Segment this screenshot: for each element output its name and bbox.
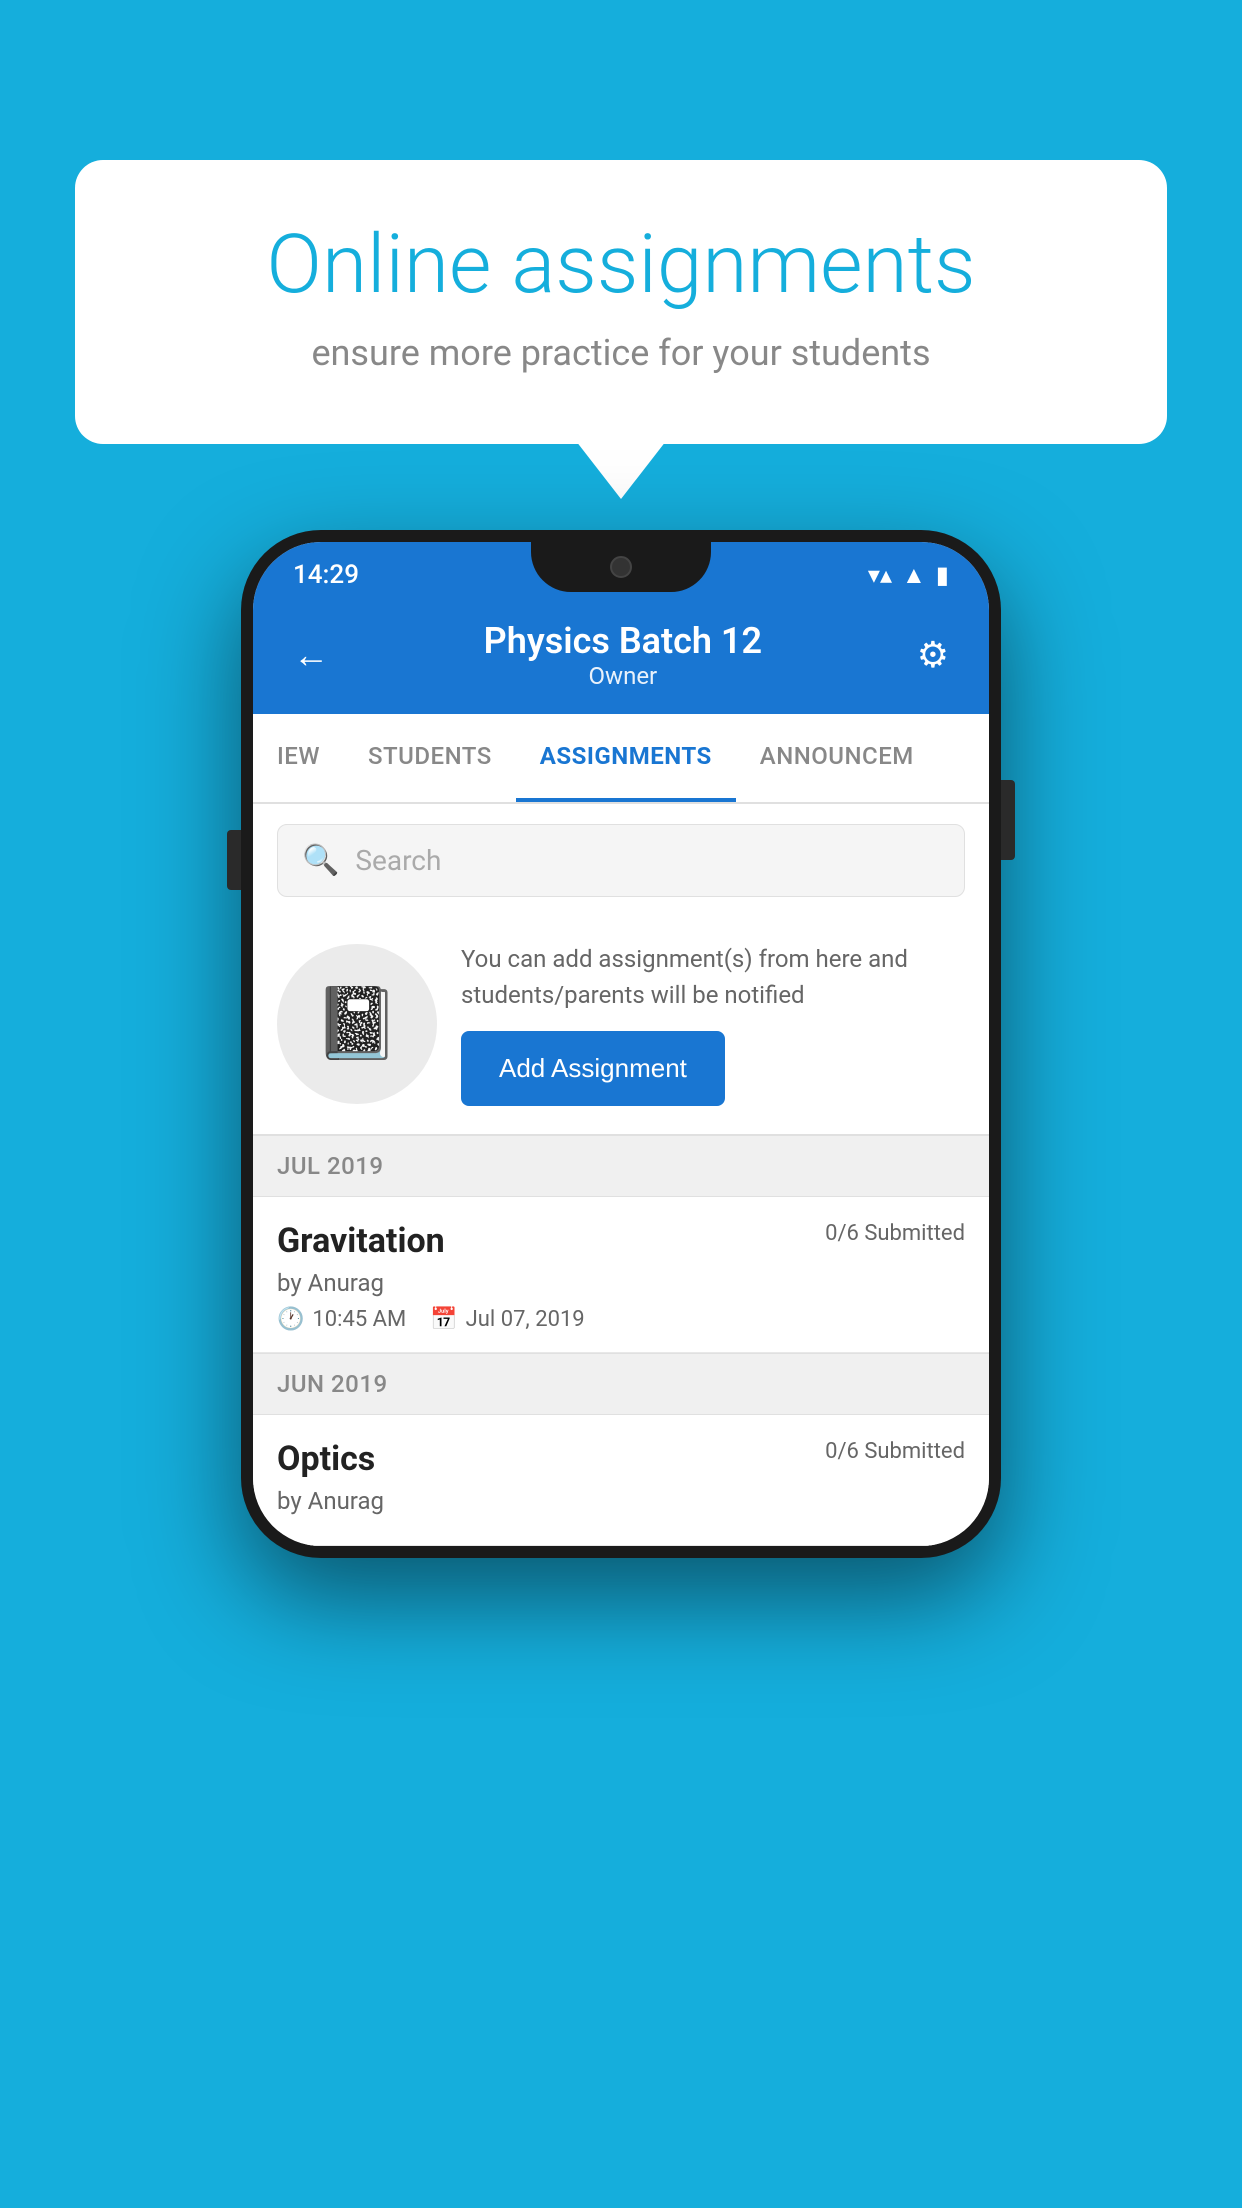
- promo-card: 📓 You can add assignment(s) from here an…: [253, 917, 989, 1135]
- meta-time-gravitation: 🕐 10:45 AM: [277, 1307, 406, 1332]
- assignment-title-optics: Optics: [277, 1439, 375, 1479]
- bubble-subtitle: ensure more practice for your students: [155, 332, 1087, 374]
- clock-icon: 🕐: [277, 1307, 304, 1332]
- section-jul-2019: JUL 2019: [253, 1135, 989, 1197]
- assignment-date-gravitation: Jul 07, 2019: [466, 1307, 585, 1332]
- phone-inner: 14:29 ▾▴ ▲ ▮ ← Physics Batch 12 Owner ⚙ …: [253, 542, 989, 1546]
- app-header: ← Physics Batch 12 Owner ⚙: [253, 600, 989, 714]
- header-title: Physics Batch 12: [484, 620, 762, 662]
- search-icon: 🔍: [302, 843, 339, 878]
- assignment-time-gravitation: 10:45 AM: [312, 1307, 406, 1332]
- submitted-badge-gravitation: 0/6 Submitted: [825, 1221, 965, 1246]
- search-bar[interactable]: 🔍 Search: [277, 824, 965, 897]
- notebook-icon: 📓: [313, 983, 400, 1065]
- signal-icon: ▲: [902, 561, 926, 590]
- promo-text: You can add assignment(s) from here and …: [461, 941, 965, 1013]
- tab-iew[interactable]: IEW: [253, 714, 344, 802]
- assignment-author-gravitation: by Anurag: [277, 1269, 965, 1297]
- status-time: 14:29: [293, 560, 359, 590]
- assignment-meta-gravitation: 🕐 10:45 AM 📅 Jul 07, 2019: [277, 1307, 965, 1332]
- tab-announcements[interactable]: ANNOUNCEM: [736, 714, 938, 802]
- header-subtitle: Owner: [484, 662, 762, 690]
- assignment-top-optics: Optics 0/6 Submitted: [277, 1439, 965, 1479]
- phone-outer: 14:29 ▾▴ ▲ ▮ ← Physics Batch 12 Owner ⚙ …: [241, 530, 1001, 1558]
- assignment-item-gravitation[interactable]: Gravitation 0/6 Submitted by Anurag 🕐 10…: [253, 1197, 989, 1353]
- tab-assignments[interactable]: ASSIGNMENTS: [516, 714, 736, 802]
- speech-bubble-container: Online assignments ensure more practice …: [75, 160, 1167, 444]
- wifi-icon: ▾▴: [868, 561, 892, 589]
- search-container: 🔍 Search: [253, 804, 989, 917]
- add-assignment-button[interactable]: Add Assignment: [461, 1031, 725, 1106]
- phone-notch: [531, 542, 711, 592]
- assignment-item-optics[interactable]: Optics 0/6 Submitted by Anurag: [253, 1415, 989, 1546]
- header-center: Physics Batch 12 Owner: [484, 620, 762, 690]
- camera-dot: [610, 556, 632, 578]
- bubble-title: Online assignments: [155, 220, 1087, 310]
- settings-button[interactable]: ⚙: [917, 634, 949, 676]
- calendar-icon: 📅: [430, 1307, 457, 1332]
- back-button[interactable]: ←: [293, 634, 329, 676]
- search-placeholder: Search: [355, 844, 441, 877]
- assignment-top: Gravitation 0/6 Submitted: [277, 1221, 965, 1261]
- status-icons: ▾▴ ▲ ▮: [868, 561, 949, 590]
- submitted-badge-optics: 0/6 Submitted: [825, 1439, 965, 1464]
- meta-date-gravitation: 📅 Jul 07, 2019: [430, 1307, 584, 1332]
- promo-content: You can add assignment(s) from here and …: [461, 941, 965, 1106]
- tabs-container: IEW STUDENTS ASSIGNMENTS ANNOUNCEM: [253, 714, 989, 804]
- section-jun-2019: JUN 2019: [253, 1353, 989, 1415]
- battery-icon: ▮: [936, 561, 949, 589]
- phone-mockup: 14:29 ▾▴ ▲ ▮ ← Physics Batch 12 Owner ⚙ …: [241, 530, 1001, 1558]
- speech-bubble: Online assignments ensure more practice …: [75, 160, 1167, 444]
- assignment-title-gravitation: Gravitation: [277, 1221, 445, 1261]
- assignment-author-optics: by Anurag: [277, 1487, 965, 1515]
- promo-icon-circle: 📓: [277, 944, 437, 1104]
- tab-students[interactable]: STUDENTS: [344, 714, 516, 802]
